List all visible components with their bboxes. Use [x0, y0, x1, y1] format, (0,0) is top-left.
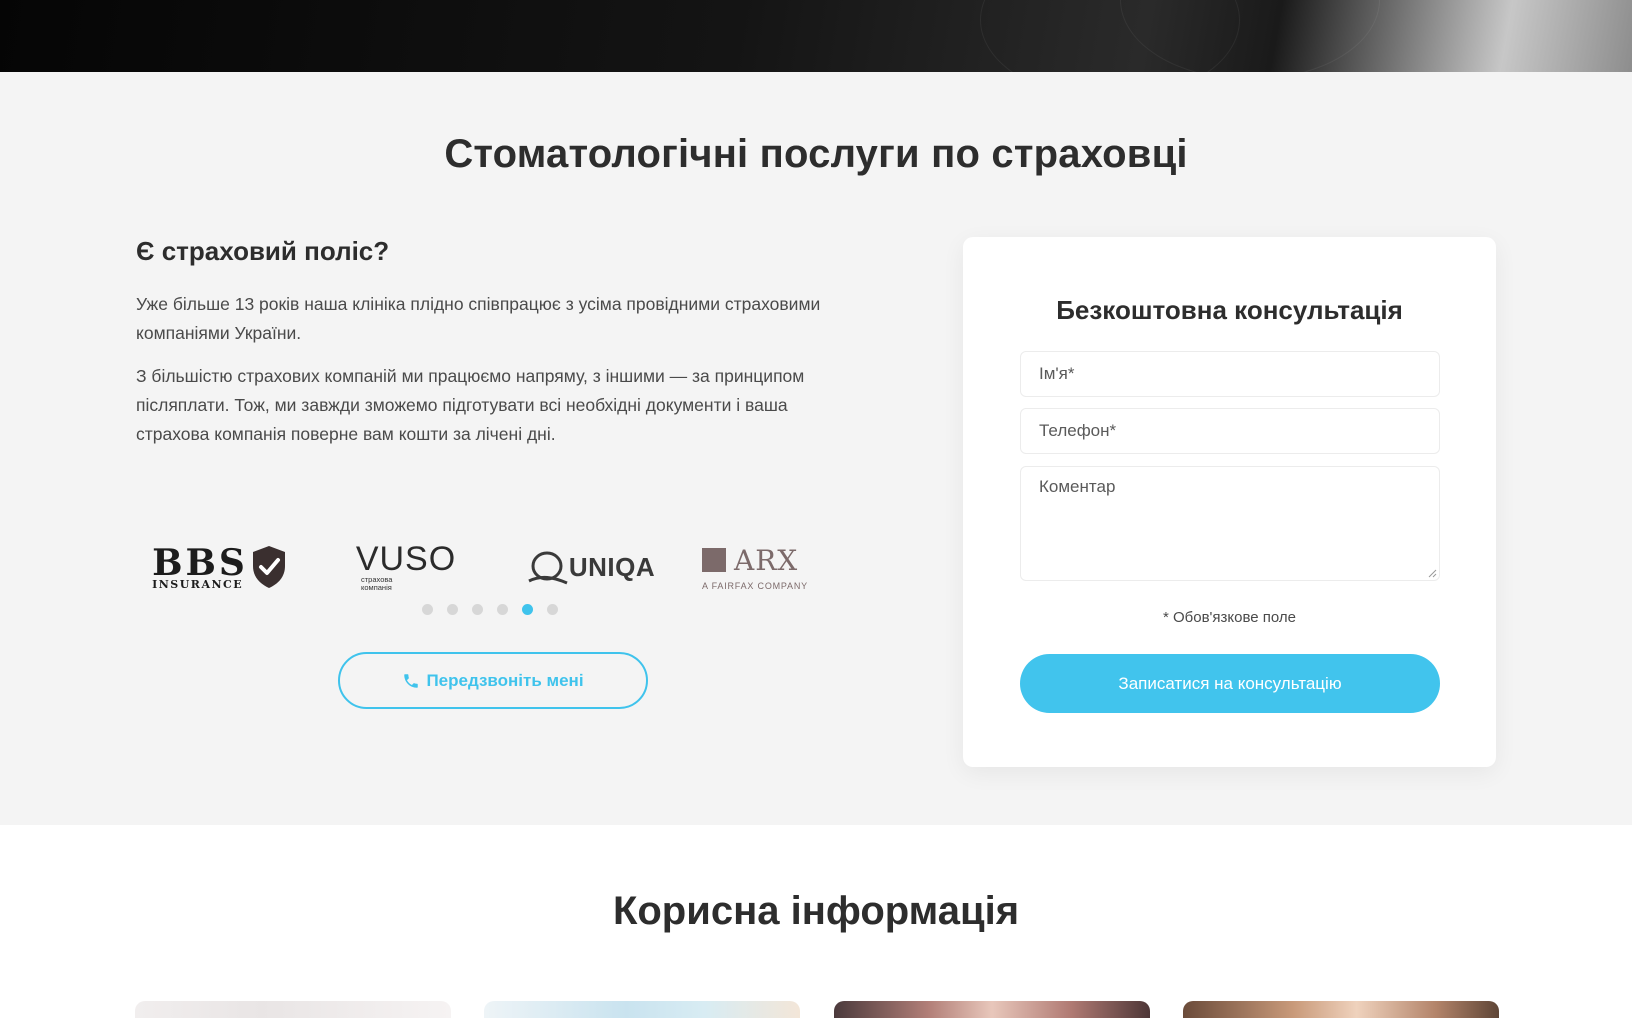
arx-emblem-icon	[702, 548, 726, 572]
carousel-dots	[422, 604, 558, 615]
consultation-form: Безкоштовна консультація * Обов'язкове п…	[963, 237, 1496, 767]
phone-icon	[404, 673, 419, 688]
required-field-note: * Обов'язкове поле	[1162, 609, 1297, 626]
shield-check-icon	[252, 546, 285, 588]
bbs-logo-text: BBS	[152, 541, 248, 584]
section-title-insurance: Стоматологічні послуги по страховці	[444, 132, 1188, 176]
submit-consultation-button[interactable]: Записатися на консультацію	[1020, 654, 1440, 713]
hero-image	[0, 0, 1632, 72]
vuso-logo-subtext: страхова компанія	[361, 575, 393, 592]
article-card-image[interactable]	[484, 1001, 800, 1018]
insurance-paragraph-2: З більшістю страхових компаній ми працює…	[136, 366, 805, 444]
insurance-info: Є страховий поліс? Уже більше 13 років н…	[136, 236, 836, 449]
comment-textarea[interactable]	[1020, 466, 1440, 581]
bbs-logo-subtext: INSURANCE	[152, 577, 244, 591]
form-title: Безкоштовна консультація	[1056, 295, 1403, 325]
carousel-dot-active[interactable]	[522, 604, 533, 615]
carousel-dot[interactable]	[422, 604, 433, 615]
insurance-subtitle: Є страховий поліс?	[136, 236, 390, 266]
carousel-dot[interactable]	[472, 604, 483, 615]
insurance-section: Стоматологічні послуги по страховці Є ст…	[0, 72, 1632, 825]
arx-logo[interactable]: ARX A FAIRFAX COMPANY	[702, 512, 822, 622]
callback-button[interactable]: Передзвоніть мені	[338, 652, 648, 709]
arx-logo-subtext: A FAIRFAX COMPANY	[702, 580, 808, 591]
vuso-logo-text: VUSO	[355, 540, 457, 578]
carousel-dot[interactable]	[497, 604, 508, 615]
carousel-dot[interactable]	[447, 604, 458, 615]
insurance-paragraph-1: Уже більше 13 років наша клініка плідно …	[136, 294, 821, 343]
name-input[interactable]	[1020, 351, 1440, 397]
article-card-image[interactable]	[135, 1001, 451, 1018]
useful-info-section: Корисна інформація	[0, 825, 1632, 1018]
carousel-dot[interactable]	[547, 604, 558, 615]
uniqa-emblem-icon	[528, 551, 568, 585]
callback-button-label: Передзвоніть мені	[426, 670, 584, 690]
bbs-insurance-logo[interactable]: BBS INSURANCE	[150, 512, 290, 622]
article-card-image[interactable]	[834, 1001, 1150, 1018]
phone-input[interactable]	[1020, 408, 1440, 454]
article-card-image[interactable]	[1183, 1001, 1499, 1018]
arx-logo-text: ARX	[734, 543, 799, 577]
uniqa-logo-text: UNIQA	[568, 551, 656, 582]
resize-grip-icon[interactable]	[1427, 568, 1437, 578]
section-title-useful: Корисна інформація	[612, 889, 1020, 933]
